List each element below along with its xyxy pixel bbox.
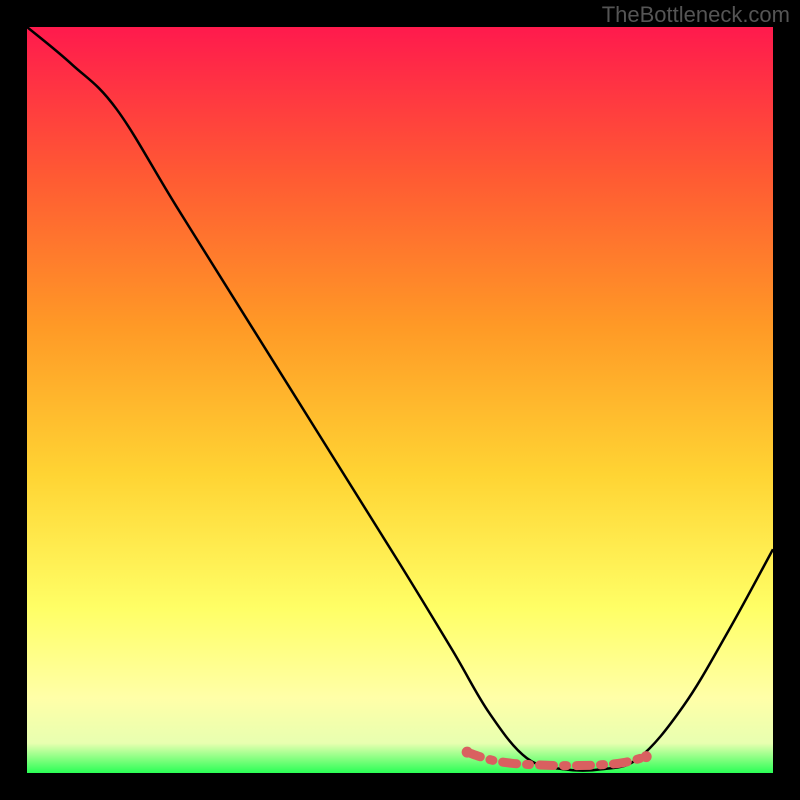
- plot-area: [27, 27, 773, 773]
- gradient-background: [27, 27, 773, 773]
- watermark-text: TheBottleneck.com: [602, 2, 790, 28]
- chart-svg: [27, 27, 773, 773]
- chart-container: TheBottleneck.com: [0, 0, 800, 800]
